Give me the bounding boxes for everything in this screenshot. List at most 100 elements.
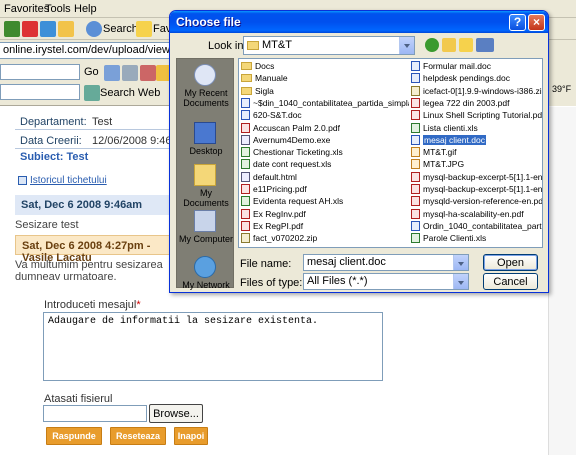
file-list[interactable]: Docs Manuale Sigla ~$din_1040_contabilitate… (238, 58, 543, 248)
file-item[interactable]: mysql-backup-excerpt-5[1].1-en.a4. (411, 171, 543, 183)
home-icon[interactable] (58, 21, 74, 37)
file-name: mysql-backup-excerpt-5[1].1-en.a4. (423, 171, 543, 182)
file-item[interactable]: date cont request.xls (241, 158, 409, 170)
toolbar-icon[interactable] (104, 65, 120, 81)
search-web-input[interactable] (0, 84, 80, 100)
file-name: Evidenta request AH.xls (253, 196, 344, 207)
file-item[interactable]: Avernum4Demo.exe (241, 134, 409, 146)
file-item[interactable]: Chestionar Ticketing.xls (241, 146, 409, 158)
file-name: mysqld-version-reference-en.pdf (423, 196, 543, 207)
view-menu-icon[interactable] (476, 38, 494, 52)
back-button[interactable]: Inapoi (174, 427, 208, 445)
file-item[interactable]: Evidenta request AH.xls (241, 195, 409, 207)
file-item[interactable]: ~$din_1040_contabilitatea_partida_simpla… (241, 97, 409, 109)
toolbar-search-input[interactable] (0, 64, 80, 80)
file-name: Accuscan Palm 2.0.pdf (253, 122, 340, 133)
file-type-value: All Files (*.*) (307, 275, 368, 287)
page-scroll-strip[interactable] (548, 107, 576, 455)
menu-favorites[interactable]: Favorites (4, 3, 49, 15)
place-recent[interactable]: My Recent Documents (177, 61, 235, 113)
file-item[interactable]: mysql-backup-excerpt-5[1].1-en.pdf (411, 183, 542, 195)
message-textarea[interactable]: Adaugare de informatii la sesizare exist… (43, 312, 383, 381)
back-arrow-icon[interactable] (425, 38, 439, 52)
toolbar-icon[interactable] (122, 65, 138, 81)
file-item[interactable]: Linux Shell Scripting Tutorial.pdf (411, 109, 542, 121)
history-link[interactable]: Istoricul tichetului (30, 175, 107, 186)
file-item[interactable]: helpdesk pendings.doc (411, 72, 542, 84)
look-in-label: Look in: (208, 40, 247, 52)
back-icon[interactable] (4, 21, 20, 37)
file-item[interactable]: mesaj client.doc (411, 134, 542, 146)
file-pdf-icon (241, 208, 250, 219)
file-item[interactable]: e11Pricing.pdf (241, 183, 409, 195)
favorites-icon[interactable] (136, 21, 152, 37)
search-web-button[interactable]: Search Web (100, 87, 160, 99)
place-my-network[interactable]: My Network (177, 253, 235, 305)
file-item[interactable]: MT&T.gif (411, 146, 542, 158)
chevron-down-icon[interactable] (399, 37, 414, 54)
file-item[interactable]: mysqld-version-reference-en.pdf (411, 195, 543, 207)
reply-button[interactable]: Raspunde (46, 427, 102, 445)
file-name: MT&T.gif (423, 147, 457, 158)
file-item[interactable]: Ordin_1040_contabilitatea_partida_s (411, 220, 542, 232)
new-folder-icon[interactable] (459, 38, 473, 52)
toolbar-icon[interactable] (140, 65, 156, 81)
menu-help[interactable]: Help (74, 3, 97, 15)
file-item[interactable]: Formular mail.doc (411, 60, 542, 72)
file-item[interactable]: Ex RegInv.pdf (241, 208, 409, 220)
refresh-icon[interactable] (40, 21, 56, 37)
close-button[interactable]: × (528, 14, 545, 31)
file-item[interactable]: legea 722 din 2003.pdf (411, 97, 542, 109)
file-img-icon (411, 147, 420, 158)
file-name: 620-S&T.doc (253, 110, 302, 121)
file-item[interactable]: 620-S&T.doc (241, 109, 409, 121)
file-item[interactable]: fact_v070202.zip (241, 232, 409, 244)
file-xls-icon (411, 233, 420, 244)
attach-label: Atasati fisierul (44, 393, 113, 405)
browse-button[interactable]: Browse... (149, 404, 203, 423)
go-button[interactable]: Go (84, 66, 99, 78)
file-pdf-icon (411, 196, 420, 207)
file-item[interactable]: mysql-ha-scalability-en.pdf (411, 208, 542, 220)
open-button[interactable]: Open (483, 254, 538, 271)
search-icon[interactable] (86, 21, 102, 37)
file-type-label: Files of type: (240, 277, 303, 289)
file-item[interactable]: icefact-0[1].9.9-windows-i386.zip (411, 85, 542, 97)
chevron-down-icon[interactable] (453, 274, 468, 289)
help-button[interactable]: ? (509, 14, 526, 31)
file-path-input[interactable] (43, 405, 147, 422)
file-name-input[interactable]: mesaj client.doc (303, 254, 469, 271)
file-item[interactable]: Ex RegPI.pdf (241, 220, 409, 232)
stop-icon[interactable] (22, 21, 38, 37)
file-item[interactable]: MT&T.JPG (411, 158, 542, 170)
file-item[interactable]: Docs (241, 60, 409, 72)
file-name: Ex RegInv.pdf (253, 208, 306, 219)
file-item[interactable]: Accuscan Palm 2.0.pdf (241, 122, 409, 134)
chevron-down-icon[interactable] (453, 255, 468, 270)
up-folder-icon[interactable] (442, 38, 456, 52)
magnifier-icon[interactable] (84, 85, 100, 101)
place-my-computer[interactable]: My Computer (177, 207, 235, 259)
file-pdf-icon (241, 184, 250, 194)
dialog-title: Choose file (176, 15, 241, 29)
menu-tools[interactable]: Tools (45, 3, 71, 15)
place-my-documents[interactable]: My Documents (177, 161, 235, 213)
created-label: Data Creerii: (20, 135, 82, 147)
file-item[interactable]: default.html (241, 171, 409, 183)
file-item[interactable]: Sigla (241, 85, 409, 97)
dialog-titlebar[interactable]: Choose file ? × (170, 11, 548, 33)
file-item[interactable]: Manuale (241, 72, 409, 84)
folder-icon (241, 62, 252, 70)
file-xls-icon (411, 122, 420, 133)
look-in-select[interactable]: MT&T (243, 36, 415, 55)
file-type-select[interactable]: All Files (*.*) (303, 273, 469, 290)
search-button[interactable]: Search (103, 23, 138, 35)
reset-button[interactable]: Reseteaza (110, 427, 166, 445)
place-label: Desktop (189, 146, 223, 156)
file-pdf-icon (411, 184, 420, 194)
cancel-button[interactable]: Cancel (483, 273, 538, 290)
file-item[interactable]: Lista clienti.xls (411, 122, 542, 134)
address-input[interactable]: online.irystel.com/dev/upload/view.php?i… (0, 42, 176, 59)
file-item[interactable]: Parole Clienti.xls (411, 232, 542, 244)
file-name: e11Pricing.pdf (253, 184, 307, 194)
